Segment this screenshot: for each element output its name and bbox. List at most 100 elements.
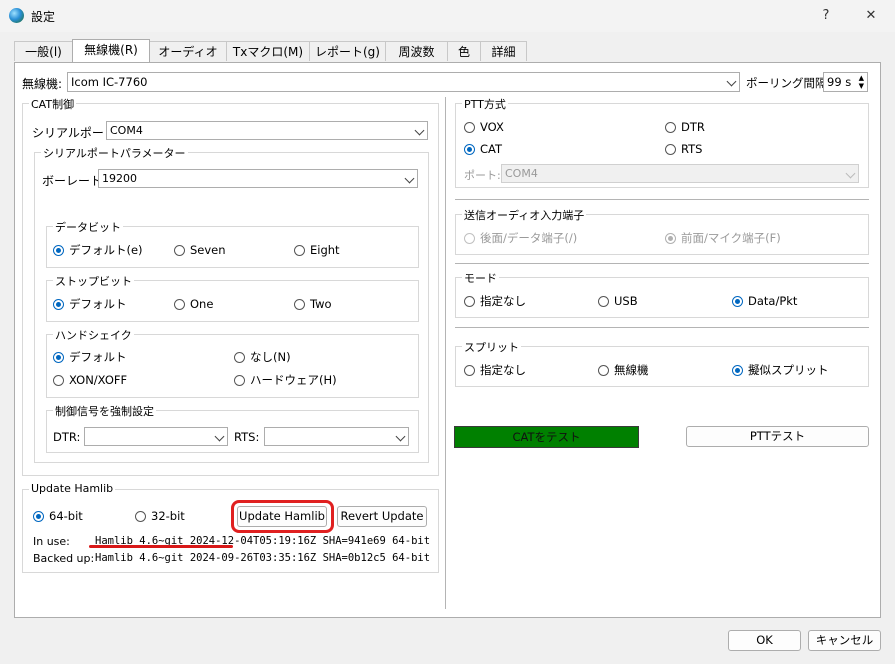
chevron-down-icon xyxy=(404,173,415,184)
close-icon[interactable]: ✕ xyxy=(855,4,887,28)
spin-arrows-icon[interactable]: ▲ ▼ xyxy=(859,74,864,90)
data-bits-eight-radio[interactable]: Eight xyxy=(294,244,340,257)
stop-bits-default-radio[interactable]: デフォルト xyxy=(53,298,127,311)
radio-checked-icon xyxy=(53,352,64,363)
radio-checked-icon xyxy=(33,511,44,522)
ok-button[interactable]: OK xyxy=(728,630,801,651)
radio-label: デフォルト xyxy=(69,297,127,311)
split-rig-radio[interactable]: 無線機 xyxy=(598,364,649,377)
radio-checked-icon xyxy=(732,365,743,376)
backed-up-label: Backed up: xyxy=(33,552,95,565)
radio-checked-icon xyxy=(53,299,64,310)
radio-label: デフォルト(e) xyxy=(69,243,143,257)
separator xyxy=(455,327,869,328)
ptt-vox-radio[interactable]: VOX xyxy=(464,121,504,134)
ptt-port-label: ポート: xyxy=(464,169,501,182)
tab-colors[interactable]: 色 xyxy=(447,41,481,61)
handshake-none-radio[interactable]: なし(N) xyxy=(234,351,291,364)
radio-unchecked-icon xyxy=(234,352,245,363)
serial-port-value: COM4 xyxy=(110,124,143,137)
radio-unchecked-icon xyxy=(174,245,185,256)
tx-audio-rear-radio[interactable]: 後面/データ端子(/) xyxy=(464,232,577,245)
poll-interval-spinbox[interactable]: 99 s ▲ ▼ xyxy=(823,72,868,92)
column-divider xyxy=(445,97,446,609)
radio-label: デフォルト xyxy=(69,350,127,364)
radio-unchecked-icon xyxy=(294,299,305,310)
tab-audio[interactable]: オーディオ(u) xyxy=(149,41,227,79)
radio-checked-icon xyxy=(464,144,475,155)
radio-label: 指定なし xyxy=(480,363,526,377)
ptt-cat-radio[interactable]: CAT xyxy=(464,143,502,156)
stop-bits-one-radio[interactable]: One xyxy=(174,298,213,311)
radio-checked-icon xyxy=(732,296,743,307)
hamlib-32bit-radio[interactable]: 32-bit xyxy=(135,510,185,523)
test-ptt-button[interactable]: PTTテスト xyxy=(686,426,869,447)
stop-bits-title: ストップビット xyxy=(53,273,134,289)
radio-unchecked-icon xyxy=(294,245,305,256)
baud-select[interactable]: 19200 xyxy=(98,169,418,188)
tab-reporting[interactable]: レポート(g) xyxy=(309,41,386,61)
rig-label: 無線機: xyxy=(22,77,63,91)
radio-label: 64-bit xyxy=(49,509,83,523)
highlight-circle xyxy=(231,500,334,533)
hamlib-64bit-radio[interactable]: 64-bit xyxy=(33,510,83,523)
handshake-xonxoff-radio[interactable]: XON/XOFF xyxy=(53,374,127,387)
radio-label: 後面/データ端子(/) xyxy=(480,231,578,245)
mode-datapkt-radio[interactable]: Data/Pkt xyxy=(732,295,797,308)
help-button[interactable]: ? xyxy=(810,4,842,28)
tab-general[interactable]: 一般(l) xyxy=(14,41,73,61)
data-bits-default-radio[interactable]: デフォルト(e) xyxy=(53,244,143,257)
tx-audio-front-radio[interactable]: 前面/マイク端子(F) xyxy=(665,232,781,245)
radio-checked-icon xyxy=(53,245,64,256)
mode-usb-radio[interactable]: USB xyxy=(598,295,638,308)
dtr-label: DTR: xyxy=(53,430,81,444)
handshake-hardware-radio[interactable]: ハードウェア(H) xyxy=(234,374,337,387)
rts-select[interactable] xyxy=(264,427,409,446)
radio-label: CAT xyxy=(480,142,503,156)
handshake-title: ハンドシェイク xyxy=(53,327,134,343)
radio-label: VOX xyxy=(480,120,504,134)
chevron-down-icon xyxy=(414,125,425,136)
radio-unchecked-icon xyxy=(174,299,185,310)
serial-port-select[interactable]: COM4 xyxy=(106,121,428,140)
baud-label: ボーレート: xyxy=(42,174,107,188)
revert-update-button[interactable]: Revert Update xyxy=(337,506,427,527)
radio-label: XON/XOFF xyxy=(69,373,128,387)
stop-bits-two-radio[interactable]: Two xyxy=(294,298,332,311)
ptt-rts-radio[interactable]: RTS xyxy=(665,143,702,156)
tab-radio[interactable]: 無線機(R) xyxy=(72,39,150,62)
radio-unchecked-icon xyxy=(464,296,475,307)
data-bits-title: データビット xyxy=(53,219,123,235)
ptt-dtr-radio[interactable]: DTR xyxy=(665,121,705,134)
rig-select[interactable]: Icom IC-7760 xyxy=(67,72,740,92)
radio-unchecked-icon xyxy=(598,296,609,307)
handshake-default-radio[interactable]: デフォルト xyxy=(53,351,127,364)
tab-tx-macros[interactable]: Txマクロ(M) xyxy=(226,41,310,61)
radio-unchecked-icon xyxy=(135,511,146,522)
radio-label: Two xyxy=(310,297,332,311)
tab-frequencies[interactable]: 周波数 xyxy=(385,41,448,61)
chevron-down-icon xyxy=(845,168,856,179)
radio-label: 指定なし xyxy=(480,294,526,308)
ptt-port-select[interactable]: COM4 xyxy=(501,164,859,183)
radio-unchecked-icon xyxy=(53,375,64,386)
ptt-port-value: COM4 xyxy=(505,167,538,180)
radio-unchecked-icon xyxy=(665,122,676,133)
radio-unchecked-icon xyxy=(464,122,475,133)
split-none-radio[interactable]: 指定なし xyxy=(464,364,526,377)
tab-advanced[interactable]: 詳細 xyxy=(480,41,527,61)
radio-checked-icon xyxy=(665,233,676,244)
update-hamlib-title: Update Hamlib xyxy=(29,482,116,495)
data-bits-seven-radio[interactable]: Seven xyxy=(174,244,226,257)
mode-none-radio[interactable]: 指定なし xyxy=(464,295,526,308)
rts-label: RTS: xyxy=(234,430,260,444)
test-cat-button[interactable]: CATをテスト xyxy=(454,426,639,448)
split-fake-radio[interactable]: 擬似スプリット xyxy=(732,364,829,377)
poll-interval-label: ポーリング間隔: xyxy=(746,76,831,90)
chevron-down-icon xyxy=(214,431,225,442)
cancel-button[interactable]: キャンセル xyxy=(808,630,881,651)
separator xyxy=(455,199,869,200)
dtr-select[interactable] xyxy=(84,427,228,446)
highlight-underline xyxy=(89,545,233,548)
cat-control-title: CAT制御 xyxy=(29,96,77,112)
